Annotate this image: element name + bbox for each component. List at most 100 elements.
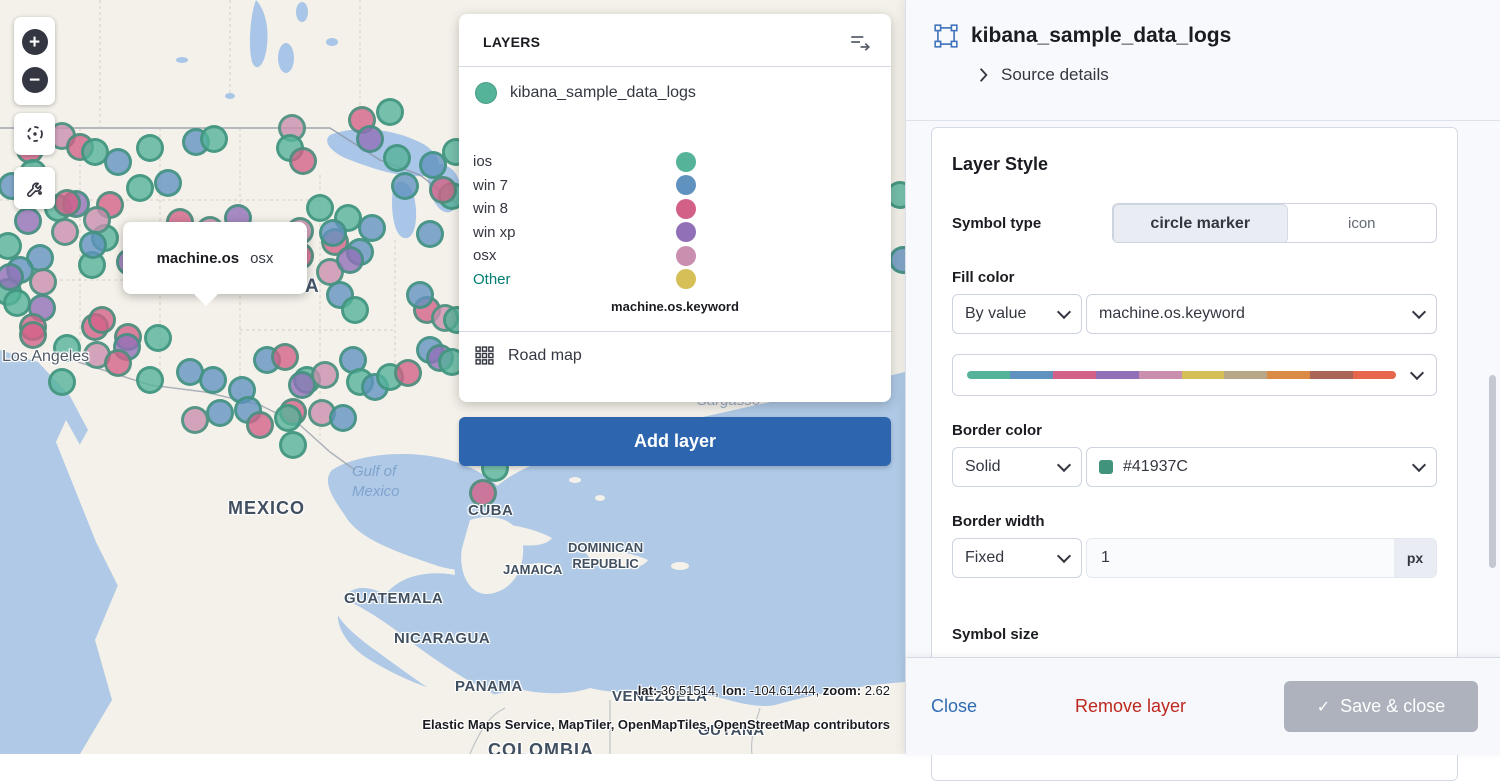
data-point[interactable]	[319, 219, 347, 247]
ramp-segment	[1182, 371, 1225, 379]
tooltip-value: osx	[250, 250, 273, 267]
fill-color-row: By value machine.os.keyword	[952, 294, 1437, 334]
data-point[interactable]	[79, 231, 107, 259]
data-point[interactable]	[136, 366, 164, 394]
data-point[interactable]	[29, 268, 57, 296]
border-color-mode-select[interactable]: Solid	[952, 447, 1082, 487]
tools-button[interactable]	[14, 167, 55, 209]
layers-panel-title: LAYERS	[483, 34, 540, 50]
chevron-down-icon	[1412, 305, 1426, 319]
color-ramp-select[interactable]	[952, 354, 1437, 396]
legend-label: osx	[473, 247, 496, 264]
border-width-mode-select[interactable]: Fixed	[952, 538, 1082, 578]
fill-color-mode-select[interactable]: By value	[952, 294, 1082, 334]
data-point[interactable]	[154, 169, 182, 197]
data-point[interactable]	[341, 296, 369, 324]
chevron-right-icon	[978, 67, 989, 83]
layers-panel: LAYERS kibana_sample_data_logs ioswin 7w…	[459, 14, 891, 402]
data-point[interactable]	[416, 220, 444, 248]
zoom-label: zoom:	[823, 683, 861, 698]
flyout-scrollbar[interactable]	[1489, 375, 1496, 568]
basemap-name: Road map	[508, 347, 582, 365]
close-button[interactable]: Close	[931, 696, 977, 717]
legend-row: ios	[459, 150, 891, 174]
data-point[interactable]	[429, 176, 457, 204]
remove-layer-button[interactable]: Remove layer	[1075, 696, 1186, 717]
ramp-segment	[1310, 371, 1353, 379]
data-point[interactable]	[306, 194, 334, 222]
data-point[interactable]	[51, 218, 79, 246]
data-point[interactable]	[104, 148, 132, 176]
set-view-button[interactable]	[14, 113, 55, 155]
data-point[interactable]	[181, 406, 209, 434]
lon-value: -104.61444,	[746, 683, 823, 698]
data-point[interactable]	[48, 368, 76, 396]
map-place-label: Gulf of Mexico	[352, 462, 400, 501]
border-width-row: Fixed 1 px	[952, 538, 1437, 578]
layer-row-sample-data-logs[interactable]: kibana_sample_data_logs	[459, 67, 891, 118]
data-point[interactable]	[336, 246, 364, 274]
ramp-segment	[1224, 371, 1267, 379]
map-canvas[interactable]: Los AngelesAMERICAMEXICOGulf of MexicoSa…	[0, 0, 905, 754]
data-point[interactable]	[19, 321, 47, 349]
legend-label: win xp	[473, 224, 516, 241]
data-point[interactable]	[200, 125, 228, 153]
symbol-type-label: Symbol type	[952, 215, 1112, 232]
layers-panel-header: LAYERS	[459, 14, 891, 67]
data-point[interactable]	[279, 431, 307, 459]
data-point[interactable]	[376, 98, 404, 126]
data-point[interactable]	[126, 174, 154, 202]
symbol-type-circle-marker[interactable]: circle marker	[1113, 204, 1288, 243]
ramp-segment	[1096, 371, 1139, 379]
zoom-out-button[interactable]: −	[22, 67, 48, 93]
data-point[interactable]	[246, 411, 274, 439]
lat-value: 36.51514,	[657, 683, 722, 698]
legend-color-swatch	[676, 199, 696, 219]
legend-color-swatch	[676, 175, 696, 195]
symbol-type-icon[interactable]: icon	[1288, 204, 1437, 242]
data-point[interactable]	[206, 399, 234, 427]
basemap-layer-row[interactable]: Road map	[459, 332, 891, 379]
zoom-in-button[interactable]: +	[22, 29, 48, 55]
add-layer-button[interactable]: Add layer	[459, 417, 891, 466]
grid-icon	[475, 346, 494, 365]
map-place-label: GUATEMALA	[344, 590, 443, 607]
chevron-down-icon	[1412, 458, 1426, 472]
zoom-control: + −	[14, 17, 55, 105]
data-point[interactable]	[104, 349, 132, 377]
save-and-close-button[interactable]: ✓ Save & close	[1284, 681, 1478, 732]
data-point[interactable]	[391, 172, 419, 200]
border-color-row: Solid #41937C	[952, 447, 1437, 487]
data-point[interactable]	[271, 343, 299, 371]
legend-label[interactable]: Other	[473, 271, 511, 288]
collapse-panel-button[interactable]	[849, 31, 871, 53]
ramp-segment	[1053, 371, 1096, 379]
data-point[interactable]	[274, 404, 302, 432]
data-point[interactable]	[406, 281, 434, 309]
source-details-toggle[interactable]: Source details	[978, 65, 1500, 85]
data-point[interactable]	[329, 404, 357, 432]
data-point[interactable]	[83, 206, 111, 234]
layer-settings-flyout: kibana_sample_data_logs Source details L…	[905, 0, 1500, 754]
map-attribution[interactable]: Elastic Maps Service, MapTiler, OpenMapT…	[422, 717, 890, 732]
data-point[interactable]	[136, 134, 164, 162]
data-point[interactable]	[289, 147, 317, 175]
map-place-label: Los Angeles	[2, 348, 89, 366]
data-point[interactable]	[394, 359, 422, 387]
legend-row: win 8	[459, 197, 891, 221]
wrench-icon	[24, 177, 46, 199]
data-point[interactable]	[3, 289, 31, 317]
data-point[interactable]	[144, 324, 172, 352]
data-point[interactable]	[356, 125, 384, 153]
legend-color-swatch	[676, 269, 696, 289]
fill-color-field-select[interactable]: machine.os.keyword	[1086, 294, 1437, 334]
data-point[interactable]	[88, 306, 116, 334]
data-point[interactable]	[383, 144, 411, 172]
data-point[interactable]	[199, 366, 227, 394]
data-point[interactable]	[53, 189, 81, 217]
border-width-input[interactable]: 1	[1087, 539, 1394, 577]
chevron-down-icon	[1057, 549, 1071, 563]
data-point[interactable]	[14, 207, 42, 235]
data-point[interactable]	[311, 361, 339, 389]
border-color-value-select[interactable]: #41937C	[1086, 447, 1437, 487]
